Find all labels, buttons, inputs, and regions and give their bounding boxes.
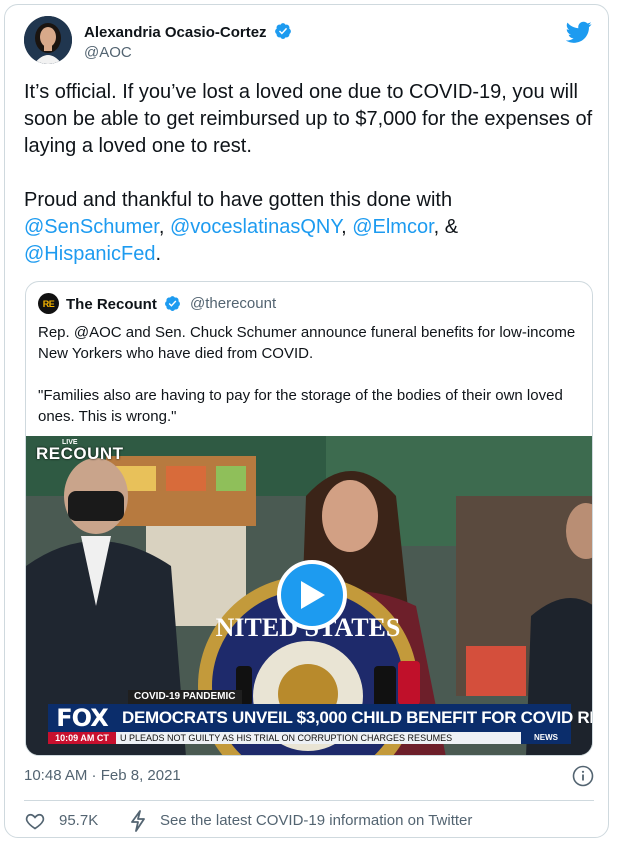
- quoted-paragraph-2: "Families also are having to pay for the…: [38, 387, 563, 425]
- quoted-tweet-body: Rep. @AOC and Sen. Chuck Schumer announc…: [38, 322, 583, 427]
- author-avatar[interactable]: [24, 16, 72, 64]
- recount-overlay-logo: RECOUNT: [36, 444, 124, 463]
- lightning-icon[interactable]: [128, 810, 148, 832]
- tweet-card[interactable]: Alexandria Ocasio-Cortez @AOC It’s offic…: [4, 4, 609, 838]
- mention-elmcor[interactable]: @Elmcor: [352, 216, 433, 238]
- period: .: [155, 243, 162, 265]
- mention-voceslatinasqny[interactable]: @voceslatinasQNY: [170, 216, 341, 238]
- video-player[interactable]: NITED STATES RECOUNT LIVE COVID-19 PANDE…: [26, 436, 592, 755]
- play-icon: [301, 581, 325, 609]
- mention-senschumer[interactable]: @SenSchumer: [24, 216, 159, 238]
- quoted-author-name-text[interactable]: The Recount: [66, 296, 157, 313]
- tweet-timestamp[interactable]: 10:48 AM · Feb 8, 2021: [24, 767, 181, 784]
- banner-topic: COVID-19 PANDEMIC: [128, 690, 242, 704]
- separator: , &: [433, 216, 459, 238]
- author-handle[interactable]: @AOC: [84, 44, 132, 61]
- tweet-paragraph-2: Proud and thankful to have gotten this d…: [24, 187, 594, 268]
- verified-badge-icon: [274, 22, 292, 44]
- live-indicator: LIVE: [62, 439, 78, 446]
- banner-news-tag: NEWS: [521, 732, 571, 744]
- mention-hispanicfed[interactable]: @HispanicFed: [24, 243, 155, 265]
- quoted-author-name[interactable]: The Recount: [66, 295, 181, 316]
- separator: ,: [341, 216, 353, 238]
- fox-logo: FOX: [48, 704, 116, 732]
- separator: ,: [158, 216, 170, 238]
- play-button[interactable]: [277, 560, 347, 630]
- twitter-bird-icon[interactable]: [565, 19, 592, 45]
- info-icon[interactable]: [572, 765, 594, 787]
- verified-badge-icon: [164, 295, 181, 316]
- heart-icon[interactable]: [25, 811, 45, 831]
- author-name[interactable]: Alexandria Ocasio-Cortez: [84, 22, 292, 44]
- like-count[interactable]: 95.7K: [59, 812, 98, 829]
- banner-time: 10:09 AM CT: [48, 732, 116, 744]
- banner-headline: DEMOCRATS UNVEIL $3,000 CHILD BENEFIT FO…: [116, 704, 592, 732]
- quoted-tweet[interactable]: RE The Recount @therecount Rep. @AOC and…: [25, 281, 593, 756]
- quoted-paragraph-1: Rep. @AOC and Sen. Chuck Schumer announc…: [38, 324, 576, 362]
- banner-ticker: U PLEADS NOT GUILTY AS HIS TRIAL ON CORR…: [116, 732, 521, 744]
- author-name-text[interactable]: Alexandria Ocasio-Cortez: [84, 24, 267, 41]
- tweet-paragraph-1: It’s official. If you’ve lost a loved on…: [24, 81, 593, 157]
- tweet-body: It’s official. If you’ve lost a loved on…: [24, 79, 594, 268]
- covid-info-link[interactable]: See the latest COVID-19 information on T…: [160, 812, 472, 829]
- divider: [24, 800, 594, 801]
- quoted-author-avatar[interactable]: RE: [38, 293, 59, 314]
- tweet-paragraph-2-text: Proud and thankful to have gotten this d…: [24, 189, 453, 211]
- quoted-author-handle[interactable]: @therecount: [190, 295, 276, 312]
